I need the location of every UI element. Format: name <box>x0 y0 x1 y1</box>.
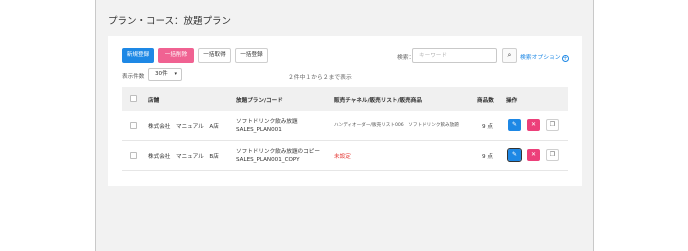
search-options-label: 検索オプション <box>520 55 561 61</box>
edit-icon: ✎ <box>511 151 518 158</box>
copy-icon: ❐ <box>549 151 556 158</box>
close-icon: ✕ <box>530 151 537 158</box>
edit-icon: ✎ <box>511 121 518 128</box>
bulk-delete-button[interactable]: 一括削除 <box>158 48 194 63</box>
delete-button[interactable]: ✕ <box>527 119 540 131</box>
plan-code: SALES_PLAN001_COPY <box>236 157 300 163</box>
new-button[interactable]: 新規登録 <box>122 48 154 63</box>
store-name: 株式会社 マニュアル B店 <box>148 154 219 160</box>
search-input[interactable] <box>412 48 497 63</box>
header-actions: 操作 <box>506 98 518 104</box>
plan-name: ソフトドリンク飲み放題のコピー <box>236 149 320 155</box>
channel-text: ハンディオーダー/販売リスト006 ソフトドリンク飲み放題 <box>334 123 459 128</box>
per-page-label: 表示件数 <box>122 74 145 80</box>
channel-text: 未設定 <box>334 154 351 160</box>
plan-code: SALES_PLAN001 <box>236 127 282 133</box>
copy-button[interactable]: ❐ <box>546 119 559 131</box>
plus-circle-icon: + <box>561 55 569 62</box>
copy-icon: ❐ <box>549 121 556 128</box>
header-channel: 販売チャネル/販売リスト/販売商品 <box>334 98 422 104</box>
header-count: 商品数 <box>477 98 494 104</box>
table-row: 株式会社 マニュアル B店 ソフトドリンク飲み放題のコピー SALES_PLAN… <box>122 141 568 171</box>
close-icon: ✕ <box>530 121 537 128</box>
per-page-select[interactable]: 30件 ▾ <box>148 68 182 81</box>
search-options-link[interactable]: 検索オプション + <box>520 52 569 62</box>
row-checkbox[interactable] <box>130 122 137 129</box>
row-checkbox[interactable] <box>130 152 137 159</box>
header-store: 店舗 <box>148 98 160 104</box>
edit-button[interactable]: ✎ <box>508 119 521 131</box>
search-button[interactable]: ⌕ <box>502 48 517 63</box>
search-icon: ⌕ <box>507 51 512 59</box>
table-row: 株式会社 マニュアル A店 ソフトドリンク飲み放題 SALES_PLAN001 … <box>122 111 568 141</box>
delete-button[interactable]: ✕ <box>527 149 540 161</box>
item-count: 9 点 <box>482 154 493 160</box>
select-all-checkbox[interactable] <box>130 95 137 102</box>
page-title: プラン・コース：放題プラン <box>108 16 232 27</box>
header-plan: 放題プラン/コード <box>236 98 283 104</box>
chevron-down-icon: ▾ <box>174 71 177 77</box>
plan-name: ソフトドリンク飲み放題 <box>236 119 298 125</box>
edit-button[interactable]: ✎ <box>507 148 522 162</box>
item-count: 9 点 <box>482 124 493 130</box>
content-panel: 新規登録 一括削除 一括取得 一括登録 検索： ⌕ 検索オプション+ 表示件数 … <box>108 36 582 186</box>
app-frame: プラン・コース：放題プラン 新規登録 一括削除 一括取得 一括登録 検索： ⌕ … <box>95 0 594 251</box>
copy-button[interactable]: ❐ <box>546 149 559 161</box>
bulk-register-button[interactable]: 一括登録 <box>235 48 268 63</box>
store-name: 株式会社 マニュアル A店 <box>148 124 219 130</box>
per-page-value: 30件 <box>155 71 168 77</box>
result-count-text: ２件中１から２まで表示 <box>288 75 352 81</box>
table-header: 店舗 放題プラン/コード 販売チャネル/販売リスト/販売商品 商品数 操作 <box>122 87 568 111</box>
bulk-get-button[interactable]: 一括取得 <box>198 48 231 63</box>
